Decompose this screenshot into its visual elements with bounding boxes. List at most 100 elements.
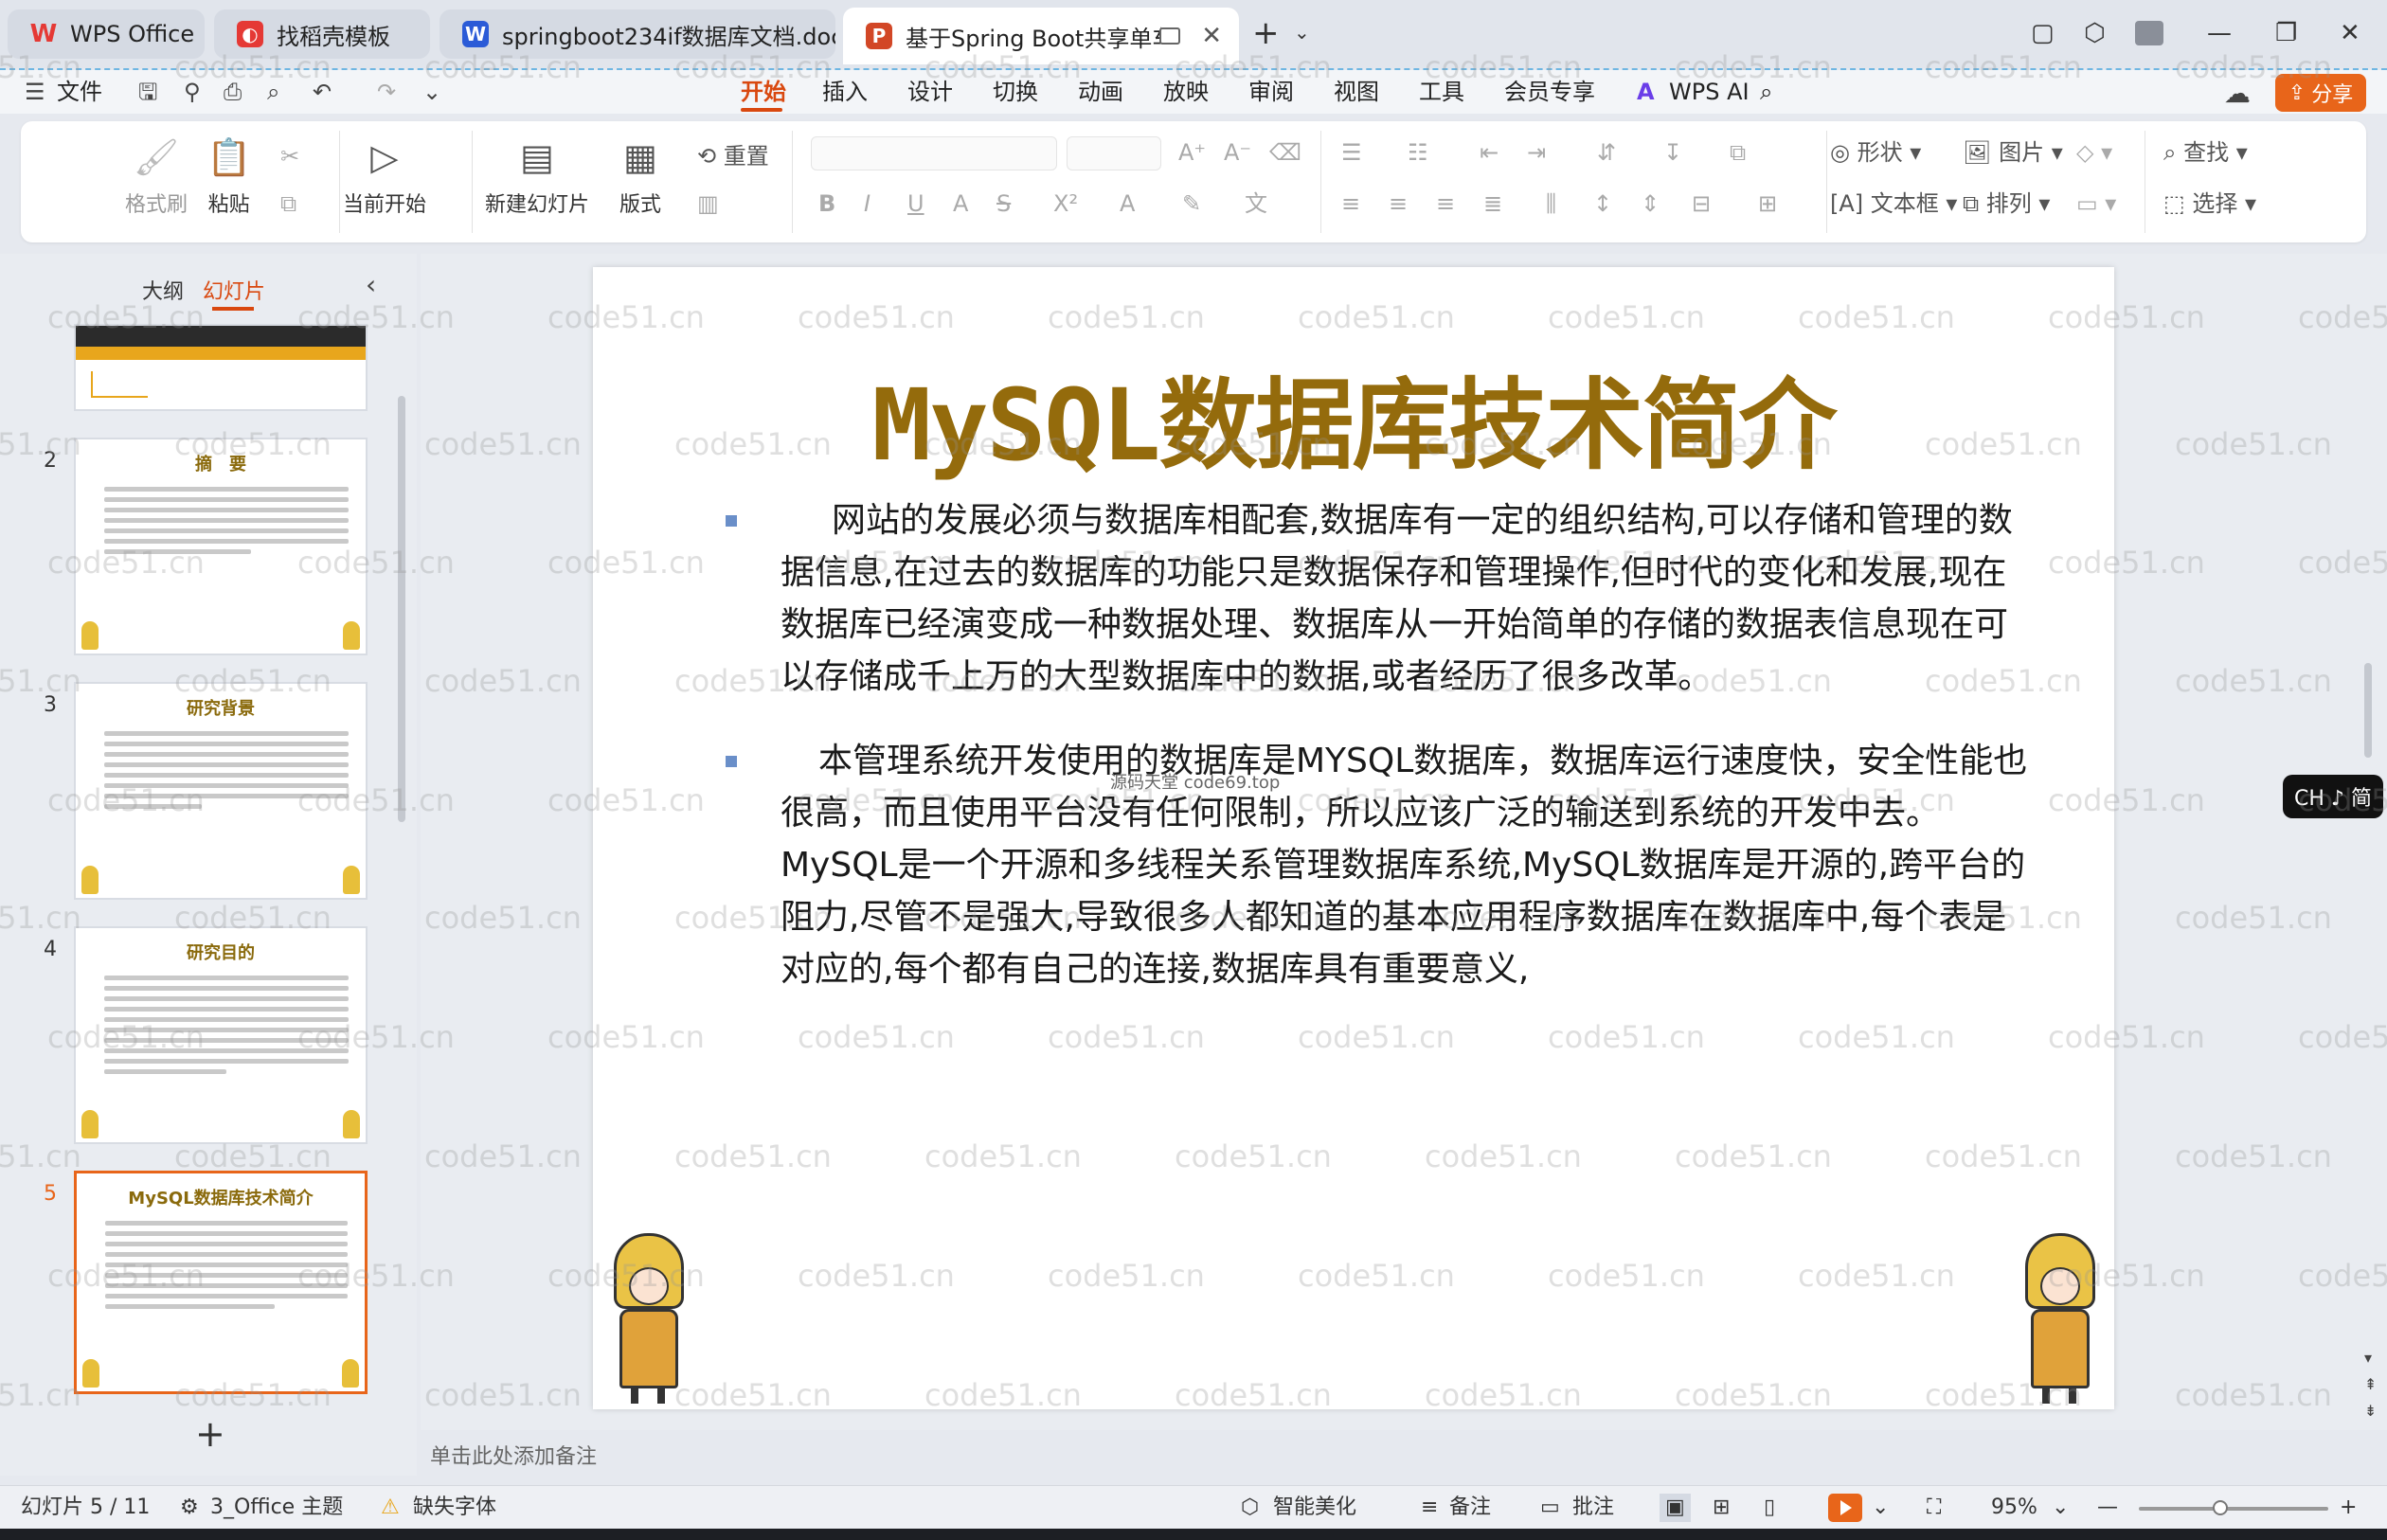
paste-button[interactable]: 📋 粘贴 [206,134,251,218]
zoom-out-icon[interactable]: — [2097,1494,2118,1522]
comments-button[interactable]: 批注 [1572,1494,1614,1522]
menu-insert[interactable]: 插入 [822,76,868,108]
minimize-icon[interactable]: — [2207,19,2232,47]
slide-sorter-icon[interactable]: ⊞ [1713,1494,1730,1522]
tab-ppt-document[interactable]: P 基于Spring Boot共享单车信 ✕ [843,8,1239,64]
wps-ai-icon[interactable]: A [1637,76,1655,108]
fill-icon[interactable]: ◇ ▾ [2076,138,2112,167]
textbox-button[interactable]: [A] 文本框 ▾ [1830,189,1957,218]
tab-word-document[interactable]: W springboot234if数据库文档.doc [440,9,835,59]
slide-paragraph-2[interactable]: 本管理系统开发使用的数据库是MYSQL数据库，数据库运行速度快，安全性能也很高，… [781,735,2031,995]
bullet-list-icon[interactable]: ☰ [1341,138,1362,167]
slideshow-play-button[interactable] [1828,1494,1862,1522]
vertical-align-icon[interactable]: ⊟ [1692,189,1711,218]
align-center-icon[interactable]: ≡ [1389,189,1408,218]
menu-transitions[interactable]: 切换 [993,76,1038,108]
window-preview-icon[interactable] [1159,27,1180,45]
next-slide-icon[interactable]: ⇟ [2364,1402,2377,1420]
phonetic-icon[interactable]: 文 [1245,189,1267,218]
undo-icon[interactable]: ↶ [313,78,332,106]
zoom-in-icon[interactable]: + [2340,1494,2357,1522]
zoom-dropdown-icon[interactable]: ⌄ [2052,1494,2069,1522]
increase-font-icon[interactable]: A⁺ [1178,138,1206,167]
theme-name[interactable]: 3_Office 主题 [210,1494,343,1522]
file-menu[interactable]: 文件 [57,76,102,108]
tab-slides[interactable]: 幻灯片 [203,275,265,305]
play-from-current-button[interactable]: ▷ 当前开始 [343,134,426,218]
tab-list-dropdown-icon[interactable]: ⌄ [1294,21,1310,44]
text-direction-icon[interactable]: ⇵ [1597,138,1616,167]
copy-icon[interactable]: ⧉ [280,189,296,218]
indent-icon[interactable]: ⇥ [1527,138,1546,167]
prev-slide-icon[interactable]: ⇞ [2364,1375,2377,1393]
font-color-icon[interactable]: A [1120,189,1135,218]
quick-access-dropdown-icon[interactable]: ⌄ [422,78,441,106]
print-icon[interactable]: ⎙ [224,78,242,106]
strikethrough-icon[interactable]: S [996,189,1011,218]
find-button[interactable]: ⌕ 查找 ▾ [2163,138,2248,167]
menu-member[interactable]: 会员专享 [1504,76,1595,108]
slide-title[interactable]: MySQL数据库技术简介 [593,345,2114,488]
share-link-icon[interactable]: ⚲ [184,78,201,106]
hamburger-icon[interactable]: ☰ [25,78,45,106]
font-size-select[interactable] [1067,136,1161,170]
menu-view[interactable]: 视图 [1334,76,1379,108]
missing-font-button[interactable]: 缺失字体 [413,1494,496,1522]
italic-icon[interactable]: I [864,189,870,218]
slide-scrollbar[interactable] [2364,663,2372,758]
slide-thumbnail-2[interactable]: 摘 要 [74,438,368,655]
paragraph-spacing-icon[interactable]: ⇕ [1641,189,1660,218]
new-slide-button[interactable]: ▤ 新建幻灯片 [485,134,589,218]
share-button[interactable]: ⇪ 分享 [2275,74,2366,112]
bold-icon[interactable]: B [818,189,835,218]
text-fit-icon[interactable]: ⊞ [1758,189,1777,218]
menu-wps-ai[interactable]: WPS AI [1669,76,1750,108]
columns-icon[interactable]: ⫼ [1546,189,1556,218]
menu-review[interactable]: 审阅 [1248,76,1294,108]
close-tab-icon[interactable]: ✕ [1201,22,1222,50]
notes-button[interactable]: 备注 [1449,1494,1491,1522]
slide-thumbnail-5[interactable]: MySQL数据库技术简介 [74,1171,368,1394]
fit-to-window-icon[interactable]: ⛶ [1927,1494,1941,1522]
save-icon[interactable]: 🖫 [138,78,157,106]
smart-beautify-button[interactable]: 智能美化 [1273,1494,1356,1522]
add-slide-icon[interactable]: + [195,1413,225,1455]
menu-home[interactable]: 开始 [741,76,786,108]
zoom-level[interactable]: 95% [1991,1494,2037,1522]
window-layout-icon[interactable]: ▢ [2031,19,2055,47]
underline-icon[interactable]: U [907,189,924,218]
arrange-button[interactable]: ⧉ 排列 ▾ [1963,189,2050,218]
reading-view-icon[interactable]: ▯ [1764,1494,1775,1522]
justify-icon[interactable]: ≣ [1483,189,1502,218]
notes-placeholder[interactable]: 单击此处添加备注 [430,1440,597,1470]
tab-docer-templates[interactable]: ◐ 找稻壳模板 [214,9,430,59]
normal-view-icon[interactable]: ▣ [1660,1494,1691,1522]
select-button[interactable]: ⬚ 选择 ▾ [2163,189,2256,218]
tab-wps-office[interactable]: W WPS Office [8,9,205,59]
highlight-icon[interactable]: ✎ [1182,189,1201,218]
text-shadow-icon[interactable]: A [953,189,968,218]
search-icon[interactable]: ⌕ [1760,76,1772,108]
collapse-panel-icon[interactable]: ‹ [366,269,376,300]
slide-thumbnail-4[interactable]: 研究目的 [74,926,368,1144]
slide-thumbnail-1[interactable] [74,324,368,411]
ime-indicator[interactable]: CH ♪ 简 [2283,775,2383,818]
font-family-select[interactable] [811,136,1057,170]
shape-button[interactable]: ◎ 形状 ▾ [1830,138,1921,167]
decrease-font-icon[interactable]: A⁻ [1224,138,1251,167]
slide-thumbnail-3[interactable]: 研究背景 [74,682,368,900]
menu-tools[interactable]: 工具 [1419,76,1464,108]
scroll-down-icon[interactable]: ▾ [2364,1349,2372,1367]
outdent-icon[interactable]: ⇤ [1480,138,1499,167]
print-preview-icon[interactable]: ⌕ [267,78,279,106]
menu-design[interactable]: 设计 [907,76,953,108]
layout-button[interactable]: ▦ 版式 [619,134,661,218]
maximize-icon[interactable]: ❐ [2275,19,2297,47]
slide-editor[interactable]: MySQL数据库技术简介 网站的发展必须与数据库相配套,数据库有一定的组织结构,… [593,267,2114,1409]
redo-icon[interactable]: ↷ [377,78,396,106]
convert-icon[interactable]: ⧉ [1730,138,1746,167]
menu-animations[interactable]: 动画 [1078,76,1123,108]
numbered-list-icon[interactable]: ☷ [1408,138,1428,167]
superscript-icon[interactable]: X² [1053,189,1078,218]
zoom-slider[interactable] [2139,1507,2328,1511]
